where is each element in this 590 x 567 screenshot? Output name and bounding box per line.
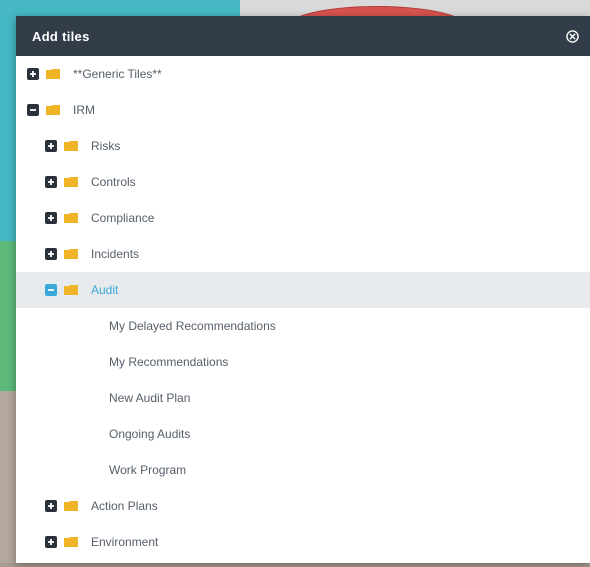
background-bottom-edge [0,563,590,567]
tile-item-label: Ongoing Audits [109,427,191,441]
expand-plus-icon[interactable] [27,68,39,80]
tile-item-new-audit-plan[interactable]: New Audit Plan [16,380,590,416]
tile-item-label: My Recommendations [109,355,229,369]
expand-plus-icon[interactable] [45,536,57,548]
add-tiles-dialog: Add tiles **Generic Tiles** IRM Risks Co… [16,16,590,563]
expand-plus-icon[interactable] [45,212,57,224]
folder-icon [64,285,78,295]
background-teal-strip [0,16,16,241]
tree-node-label: IRM [73,103,95,117]
tile-tree: **Generic Tiles** IRM Risks Controls Com… [16,56,590,560]
folder-icon [64,177,78,187]
dialog-title: Add tiles [32,28,90,44]
folder-icon [64,537,78,547]
folder-icon [64,213,78,223]
tree-node-risks[interactable]: Risks [16,128,590,164]
collapse-minus-icon[interactable] [27,104,39,116]
dialog-header: Add tiles [16,16,590,56]
tile-item-ongoing-audits[interactable]: Ongoing Audits [16,416,590,452]
folder-icon [46,69,60,79]
tree-node-environment[interactable]: Environment [16,524,590,560]
folder-icon [46,105,60,115]
background-green-strip [0,241,16,391]
tree-node-label: Controls [91,175,136,189]
tree-node-label: Audit [91,283,119,297]
expand-plus-icon[interactable] [45,248,57,260]
tree-node-irm[interactable]: IRM [16,92,590,128]
folder-icon [64,249,78,259]
folder-icon [64,501,78,511]
close-circle-icon [565,29,579,43]
tree-node-generic-tiles[interactable]: **Generic Tiles** [16,56,590,92]
tree-node-incidents[interactable]: Incidents [16,236,590,272]
folder-icon [64,141,78,151]
tile-item-my-delayed-recommendations[interactable]: My Delayed Recommendations [16,308,590,344]
tree-node-audit[interactable]: Audit [16,272,590,308]
expand-plus-icon[interactable] [45,500,57,512]
close-button[interactable] [564,28,580,44]
tree-node-action-plans[interactable]: Action Plans [16,488,590,524]
tile-item-work-program[interactable]: Work Program [16,452,590,488]
tile-item-label: My Delayed Recommendations [109,319,276,333]
expand-plus-icon[interactable] [45,140,57,152]
tree-node-label: Risks [91,139,121,153]
tree-node-label: Compliance [91,211,155,225]
tree-node-label: Environment [91,535,159,549]
background-map-strip [0,391,16,567]
background-teal-tile [0,0,240,16]
expand-plus-icon[interactable] [45,176,57,188]
tree-node-label: Incidents [91,247,140,261]
tree-node-label: **Generic Tiles** [73,67,162,81]
tile-item-label: Work Program [109,463,187,477]
tree-node-compliance[interactable]: Compliance [16,200,590,236]
collapse-minus-icon[interactable] [45,284,57,296]
tree-node-controls[interactable]: Controls [16,164,590,200]
tile-item-label: New Audit Plan [109,391,191,405]
tree-node-label: Action Plans [91,499,158,513]
tile-item-my-recommendations[interactable]: My Recommendations [16,344,590,380]
